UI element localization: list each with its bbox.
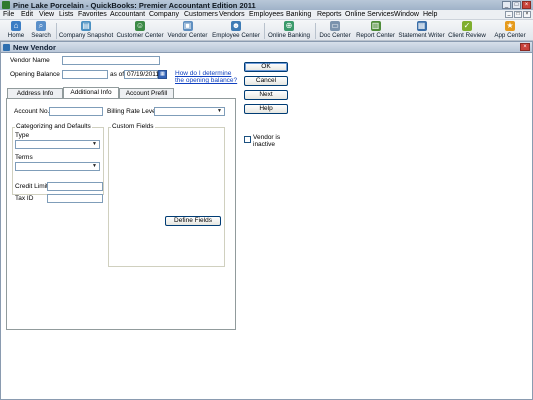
account-no-input[interactable] [49,107,103,116]
custom-fields-group [108,127,225,267]
customer-icon: ☺ [135,21,145,31]
menu-help[interactable]: Help [423,11,437,18]
help-link-line-1: How do I determine [175,70,232,77]
quickbooks-logo-icon [2,1,10,9]
statement-icon: ▦ [416,21,427,31]
maximize-app-button[interactable]: □ [512,1,521,9]
icon-toolbar: ⌂ Home ⌕ Search ▤ Company Snapshot ☺ Cus… [0,20,533,41]
home-icon: ⌂ [11,21,21,31]
toolbar-app-center-button[interactable]: ★ App Center [492,21,528,41]
menu-reports[interactable]: Reports [317,11,342,18]
terms-select[interactable]: ▼ [15,162,100,171]
account-no-label: Account No. [14,108,50,115]
billing-rate-level-label: Billing Rate Level [107,108,158,115]
menu-online-services[interactable]: Online Services [345,11,394,18]
mdi-close-button[interactable]: × [523,11,531,18]
mdi-restore-button[interactable]: □ [514,11,522,18]
opening-balance-help-link[interactable]: How do I determine the opening balance? [175,70,237,84]
credit-limit-input[interactable] [47,182,103,191]
toolbar-customer-center-button[interactable]: ☺ Customer Center [116,21,164,41]
menu-edit[interactable]: Edit [21,11,33,18]
define-fields-button[interactable]: Define Fields [165,216,221,226]
new-vendor-title-bar: New Vendor × [1,42,532,53]
terms-label: Terms [15,154,33,161]
credit-limit-label: Credit Limit [15,183,48,190]
tax-id-label: Tax ID [15,195,34,202]
menu-file[interactable]: File [3,11,14,18]
mdi-minimize-button[interactable]: _ [505,11,513,18]
as-of-date-input[interactable]: 07/19/2011 [124,70,159,79]
employee-icon: ☻ [231,21,241,31]
toolbar-statement-writer-button[interactable]: ▦ Statement Writer [398,21,445,41]
custom-fields-group-title: Custom Fields [111,123,155,130]
categorizing-group-title: Categorizing and Defaults [15,123,92,130]
toolbar-separator [56,23,57,39]
vendor-name-label: Vendor Name [10,57,50,64]
app-title-bar: Pine Lake Porcelain - QuickBooks: Premie… [0,0,533,10]
toolbar-search-button[interactable]: ⌕ Search [29,21,53,41]
doc-icon: ▭ [330,21,340,31]
menu-window[interactable]: Window [394,11,419,18]
cancel-button[interactable]: Cancel [244,76,288,86]
app-center-icon: ★ [505,21,515,31]
chevron-down-icon: ▼ [92,163,97,169]
close-window-button[interactable]: × [520,43,530,51]
client-review-icon: ✓ [462,21,472,31]
menu-bar: File Edit View Lists Favorites Accountan… [0,10,533,20]
toolbar-online-banking-button[interactable]: ⊕ Online Banking [266,21,312,41]
help-button[interactable]: Help [244,104,288,114]
toolbar-company-snapshot-button[interactable]: ▤ Company Snapshot [58,21,114,41]
snapshot-icon: ▤ [81,21,91,31]
menu-banking[interactable]: Banking [286,11,311,18]
vendor-inactive-line-2: inactive [253,141,276,148]
minimize-app-button[interactable]: _ [502,1,511,9]
chevron-down-icon: ▼ [92,141,97,147]
online-banking-icon: ⊕ [284,21,294,31]
menu-company[interactable]: Company [149,11,179,18]
next-button[interactable]: Next [244,90,288,100]
vendor-inactive-checkbox[interactable] [244,136,251,143]
menu-vendors[interactable]: Vendors [219,11,245,18]
menu-lists[interactable]: Lists [59,11,73,18]
additional-info-panel: Account No. Billing Rate Level ▼ Categor… [6,98,236,330]
new-vendor-window: New Vendor × Vendor Name Opening Balance… [0,41,533,400]
toolbar-home-button[interactable]: ⌂ Home [5,21,27,41]
report-icon: ▥ [370,21,381,31]
billing-rate-level-select[interactable]: ▼ [154,107,225,116]
opening-balance-label: Opening Balance [10,71,60,78]
toolbar-vendor-center-button[interactable]: ▣ Vendor Center [166,21,209,41]
calendar-icon[interactable]: ▦ [158,70,167,79]
toolbar-employee-center-button[interactable]: ☻ Employee Center [211,21,261,41]
window-title: New Vendor [13,43,56,52]
menu-customers[interactable]: Customers [184,11,218,18]
type-label: Type [15,132,30,139]
search-icon: ⌕ [36,21,46,31]
menu-accountant[interactable]: Accountant [110,11,145,18]
opening-balance-input[interactable] [62,70,108,79]
vendor-icon: ▣ [182,21,193,31]
type-select[interactable]: ▼ [15,140,100,149]
toolbar-client-review-button[interactable]: ✓ Client Review [447,21,487,41]
close-app-button[interactable]: × [522,1,531,9]
help-link-line-2: the opening balance? [175,77,238,84]
menu-favorites[interactable]: Favorites [78,11,107,18]
ok-button[interactable]: OK [244,62,288,72]
chevron-down-icon: ▼ [217,108,222,114]
toolbar-report-center-button[interactable]: ▥ Report Center [355,21,396,41]
vendor-inactive-label: Vendor is inactive [253,134,280,148]
toolbar-separator [264,23,265,39]
tax-id-input[interactable] [47,194,103,203]
menu-employees[interactable]: Employees [249,11,284,18]
toolbar-separator [315,23,316,39]
vendor-name-input[interactable] [62,56,160,65]
app-title: Pine Lake Porcelain - QuickBooks: Premie… [13,1,256,10]
as-of-label: as of [110,71,125,78]
vendor-inactive-line-1: Vendor is [253,134,281,141]
menu-view[interactable]: View [39,11,54,18]
toolbar-doc-center-button[interactable]: ▭ Doc Center [317,21,353,41]
vendor-window-icon [3,44,10,51]
